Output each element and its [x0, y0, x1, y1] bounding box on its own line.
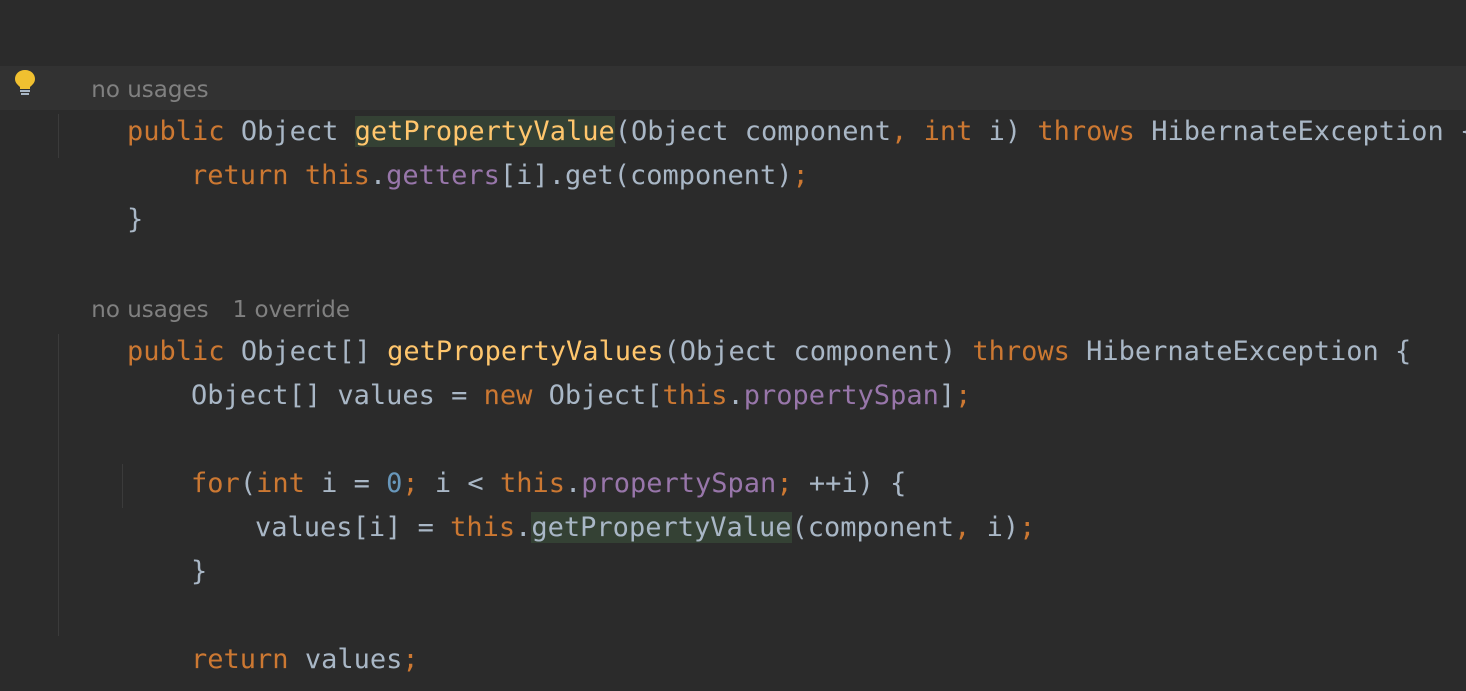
code-line-7[interactable]: values[i] = this.getPropertyValue(compon… [190, 462, 1035, 543]
code-token: Object[ [532, 380, 663, 411]
code-line-2[interactable]: return this.getters[i].get(component); [126, 110, 809, 191]
inlay-hint-usages[interactable]: no usages [62, 24, 208, 103]
keyword-token: int [923, 116, 973, 147]
keyword-token: throws [972, 336, 1070, 367]
code-token: . [515, 512, 532, 543]
keyword-token: new [483, 380, 533, 411]
punctuation-token: , [891, 116, 924, 147]
code-line-5[interactable]: Object[] values = new Object[this.proper… [126, 330, 971, 411]
code-line-9[interactable]: return values; [126, 594, 419, 675]
code-line-1[interactable]: public Object getPropertyValue(Object co… [62, 66, 1466, 147]
code-line-3[interactable]: } [62, 154, 143, 235]
code-token: . [369, 160, 387, 191]
method-call-token[interactable]: getPropertyValue [531, 512, 792, 543]
field-token[interactable]: propertySpan [744, 380, 939, 411]
keyword-token: this [450, 512, 516, 543]
punctuation-token: ; [955, 380, 972, 411]
code-token: Object[] values = [191, 380, 484, 411]
code-token: . [727, 380, 744, 411]
keyword-token: this [304, 160, 370, 191]
code-line-8[interactable]: } [126, 506, 207, 587]
code-editor[interactable]: no usages public Object getPropertyValue… [0, 0, 1466, 691]
punctuation-token: ; [1019, 512, 1036, 543]
code-token: values[i] = [255, 512, 451, 543]
code-line-10[interactable]: } [62, 638, 143, 691]
punctuation-token: , [954, 512, 987, 543]
keyword-token: this [662, 380, 728, 411]
code-token: i) [972, 116, 1038, 147]
code-token: (component [791, 512, 955, 543]
code-token: [i].get(component) [499, 160, 793, 191]
keyword-token: return [191, 644, 305, 675]
brace-token: } [191, 556, 208, 587]
code-token: HibernateException { [1134, 116, 1466, 147]
punctuation-token: ; [792, 160, 809, 191]
code-token: ] [938, 380, 956, 411]
keyword-token: return [191, 160, 305, 191]
punctuation-token: ; [402, 644, 419, 675]
code-token: HibernateException { [1069, 336, 1412, 367]
code-token: values [304, 644, 403, 675]
code-line-4[interactable]: public Object[] getPropertyValues(Object… [62, 286, 1411, 367]
indent-guide [58, 334, 59, 636]
inlay-hints[interactable]: no usages 1 override [62, 244, 350, 323]
indent-guide [58, 114, 59, 158]
code-line-6[interactable]: for(int i = 0; i < this.propertySpan; ++… [126, 418, 906, 499]
brace-token: } [127, 204, 144, 235]
keyword-token: throws [1037, 116, 1135, 147]
code-token: i) [986, 512, 1020, 543]
indent-guide [122, 464, 123, 508]
lightbulb-icon[interactable] [12, 68, 38, 98]
field-token[interactable]: getters [386, 160, 500, 191]
